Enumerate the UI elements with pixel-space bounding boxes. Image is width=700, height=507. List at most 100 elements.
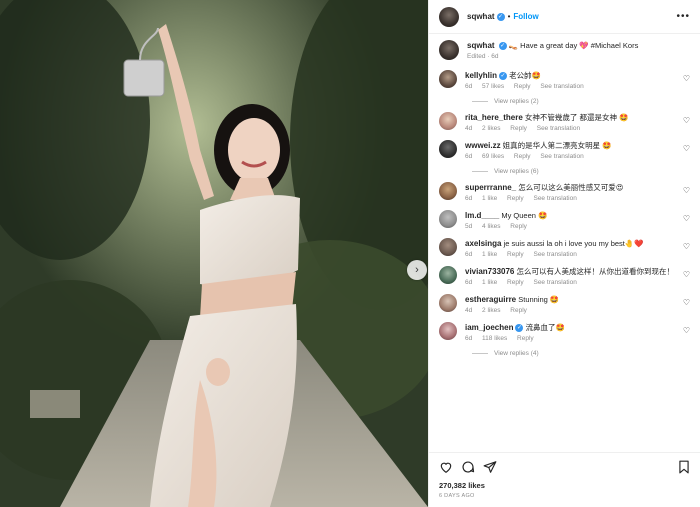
comment-text: 老公帥🤩: [509, 71, 541, 80]
comment-bubble-icon[interactable]: [461, 460, 475, 474]
comment-item: iam_joechen ✓ 流鼻血了🤩 6d 118 likes Reply ♡: [439, 322, 690, 344]
reply-button[interactable]: Reply: [510, 307, 527, 314]
view-replies-link[interactable]: View replies (6): [472, 168, 690, 175]
post-caption: sqwhat ✓ 👡 Have a great day 💖 #Michael K…: [439, 40, 690, 62]
verified-badge-icon: ✓: [499, 72, 508, 81]
comment-username[interactable]: axelsinga: [465, 239, 501, 248]
comment-likes[interactable]: 57 likes: [482, 83, 504, 90]
reply-button[interactable]: Reply: [507, 279, 524, 286]
commenter-avatar[interactable]: [439, 140, 457, 158]
comment-item: vivian733076 怎么可以有人美成这样！从你出道看你到现在！ 6d 1 …: [439, 266, 690, 288]
heart-icon[interactable]: ♡: [683, 298, 690, 307]
comment-likes[interactable]: 2 likes: [482, 125, 500, 132]
comment-likes[interactable]: 1 like: [482, 279, 497, 286]
see-translation-link[interactable]: See translation: [533, 279, 576, 286]
commenter-avatar[interactable]: [439, 70, 457, 88]
author-avatar[interactable]: [439, 40, 459, 60]
comment-text: 怎么可以有人美成这样！从你出道看你到现在！: [516, 267, 674, 276]
caption-username[interactable]: sqwhat: [467, 41, 495, 50]
post-sidebar: sqwhat ✓ • Follow ••• sqwhat ✓ 👡 Have a …: [428, 0, 700, 507]
commenter-avatar[interactable]: [439, 322, 457, 340]
comment-likes[interactable]: 69 likes: [482, 153, 504, 160]
commenter-avatar[interactable]: [439, 210, 457, 228]
comment-username[interactable]: rita_here_there: [465, 113, 523, 122]
comment-text: My Queen 🤩: [501, 211, 548, 220]
post-actions: 270,382 likes 6 DAYS AGO: [429, 452, 700, 499]
comment-age: 6d: [465, 251, 473, 258]
comment-likes[interactable]: 118 likes: [482, 335, 507, 342]
comment-username[interactable]: wwwei.zz: [465, 141, 501, 150]
comment-username[interactable]: lm.d____: [465, 211, 499, 220]
heart-icon[interactable]: ♡: [683, 116, 690, 125]
heart-icon[interactable]: ♡: [683, 214, 690, 223]
see-translation-link[interactable]: See translation: [537, 125, 580, 132]
more-options-icon[interactable]: •••: [676, 11, 690, 22]
comment-age: 6d: [465, 279, 473, 286]
caption-text: 👡 Have a great day 💖 #Michael Kors: [508, 41, 639, 50]
reply-button[interactable]: Reply: [514, 153, 531, 160]
reply-button[interactable]: Reply: [514, 83, 531, 90]
comment-item: kellyhlin ✓ 老公帥🤩 6d 57 likes Reply See tr…: [439, 70, 690, 92]
bookmark-icon[interactable]: [677, 460, 691, 474]
comment-username[interactable]: iam_joechen: [465, 323, 513, 332]
reply-button[interactable]: Reply: [510, 223, 527, 230]
heart-icon[interactable]: ♡: [683, 74, 690, 83]
next-photo-button[interactable]: ›: [407, 260, 427, 280]
comments-list[interactable]: sqwhat ✓ 👡 Have a great day 💖 #Michael K…: [429, 34, 700, 448]
comment-item: axelsinga je suis aussi la oh i love you…: [439, 238, 690, 260]
comment-likes[interactable]: 2 likes: [482, 307, 500, 314]
reply-button[interactable]: Reply: [507, 251, 524, 258]
post-photo[interactable]: ›: [0, 0, 428, 507]
comment-item: lm.d____ My Queen 🤩 5d 4 likes Reply ♡: [439, 210, 690, 232]
heart-icon[interactable]: ♡: [683, 242, 690, 251]
paper-plane-icon[interactable]: [483, 460, 497, 474]
comment-item: superrranne_ 怎么可以这么美丽性感又可爱😍 6d 1 like Re…: [439, 182, 690, 204]
heart-icon[interactable]: [439, 460, 453, 474]
comment-age: 6d: [465, 335, 473, 342]
comment-text: je suis aussi la oh i love you my best🤚❤…: [503, 239, 644, 248]
heart-icon[interactable]: ♡: [683, 186, 690, 195]
comment-likes[interactable]: 1 like: [482, 195, 497, 202]
author-avatar[interactable]: [439, 6, 459, 27]
comment-age: 6d: [465, 153, 473, 160]
comment-username[interactable]: kellyhlin: [465, 71, 497, 80]
verified-badge-icon: ✓: [498, 42, 507, 51]
reply-button[interactable]: Reply: [507, 195, 524, 202]
comment-likes[interactable]: 4 likes: [482, 223, 500, 230]
likes-count[interactable]: 270,382 likes: [439, 481, 691, 490]
post-date: 6 DAYS AGO: [439, 493, 475, 499]
commenter-avatar[interactable]: [439, 238, 457, 256]
heart-icon[interactable]: ♡: [683, 144, 690, 153]
comment-likes[interactable]: 1 like: [482, 251, 497, 258]
see-translation-link[interactable]: See translation: [540, 83, 583, 90]
commenter-avatar[interactable]: [439, 294, 457, 312]
follow-button[interactable]: Follow: [513, 12, 538, 21]
reply-button[interactable]: Reply: [517, 335, 534, 342]
commenter-avatar[interactable]: [439, 182, 457, 200]
comment-username[interactable]: estheraguirre: [465, 295, 516, 304]
comment-age: 6d: [465, 195, 473, 202]
comment-age: 4d: [465, 307, 473, 314]
verified-badge-icon: ✓: [496, 12, 505, 21]
comment-username[interactable]: superrranne_: [465, 183, 516, 192]
post-header: sqwhat ✓ • Follow •••: [429, 0, 700, 34]
verified-badge-icon: ✓: [515, 324, 524, 333]
view-replies-link[interactable]: View replies (4): [472, 350, 690, 357]
heart-icon[interactable]: ♡: [683, 270, 690, 279]
view-replies-link[interactable]: View replies (2): [472, 98, 690, 105]
author-username[interactable]: sqwhat: [467, 12, 495, 21]
comment-text: 女神不管幾歲了 都還是女神 🤩: [524, 113, 629, 122]
chevron-right-icon: ›: [415, 264, 419, 276]
heart-icon[interactable]: ♡: [683, 326, 690, 335]
comment-item: estheraguirre Stunning 🤩 4d 2 likes Repl…: [439, 294, 690, 316]
commenter-avatar[interactable]: [439, 266, 457, 284]
see-translation-link[interactable]: See translation: [540, 153, 583, 160]
reply-button[interactable]: Reply: [510, 125, 527, 132]
see-translation-link[interactable]: See translation: [533, 195, 576, 202]
comment-text: 姐真的是华人第二漂亮女明星 🤩: [502, 141, 612, 150]
commenter-avatar[interactable]: [439, 112, 457, 130]
see-translation-link[interactable]: See translation: [533, 251, 576, 258]
separator: •: [507, 12, 511, 21]
comment-text: Stunning 🤩: [518, 295, 560, 304]
comment-username[interactable]: vivian733076: [465, 267, 514, 276]
